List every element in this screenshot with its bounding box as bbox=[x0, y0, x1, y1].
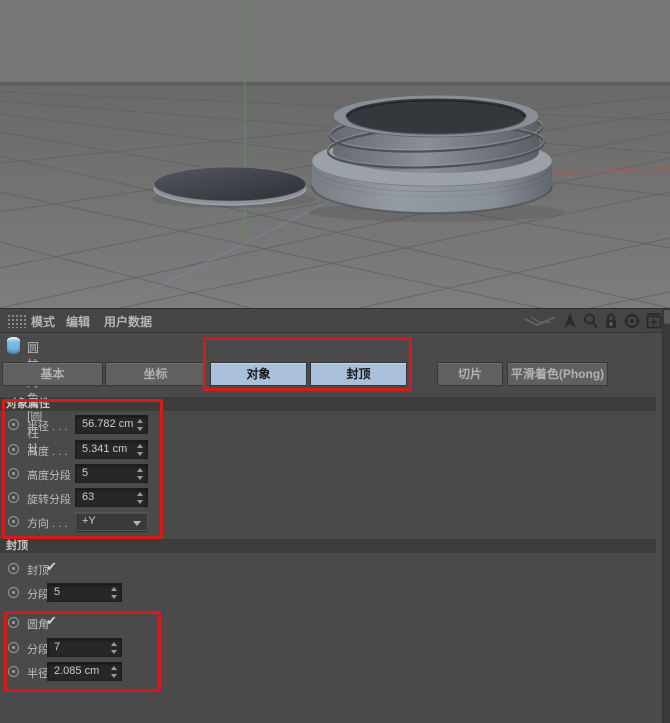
stepper-arrows-icon[interactable] bbox=[111, 587, 118, 599]
cylinder-object-icon bbox=[7, 337, 20, 354]
3d-viewport[interactable] bbox=[0, 0, 670, 308]
height-segments-value: 5 bbox=[82, 467, 89, 479]
keyframe-circle-icon[interactable] bbox=[8, 419, 19, 430]
orientation-dropdown[interactable]: +Y bbox=[75, 512, 148, 531]
horizon-band bbox=[0, 82, 670, 86]
nav-arrow-icon[interactable] bbox=[563, 312, 577, 330]
tab-basic[interactable]: 基本 bbox=[2, 362, 103, 386]
row-cap-segments: 分段 5 bbox=[0, 582, 300, 604]
keyframe-circle-icon[interactable] bbox=[8, 617, 19, 628]
axis-widget-icon bbox=[524, 316, 556, 327]
stepper-arrows-icon[interactable] bbox=[111, 666, 118, 678]
keyframe-circle-icon[interactable] bbox=[8, 444, 19, 455]
height-field[interactable]: 5.341 cm bbox=[75, 440, 148, 459]
row-height: 高度 . . . 5.341 cm bbox=[0, 439, 300, 461]
lock-icon[interactable] bbox=[604, 313, 618, 329]
drag-grip-icon[interactable] bbox=[7, 314, 27, 328]
row-radius: 半径 . . . 56.782 cm bbox=[0, 414, 300, 436]
fillet-radius-label: 半径 bbox=[27, 668, 49, 680]
fillet-segments-label: 分段 bbox=[27, 644, 49, 656]
search-icon[interactable] bbox=[583, 313, 598, 329]
height-value: 5.341 cm bbox=[82, 443, 128, 455]
row-fillet-radius: 半径 2.085 cm bbox=[0, 661, 300, 683]
rotation-segments-field[interactable]: 63 bbox=[75, 488, 148, 507]
keyframe-circle-icon[interactable] bbox=[8, 516, 19, 527]
menu-mode[interactable]: 模式 bbox=[31, 313, 55, 330]
stepper-arrows-icon[interactable] bbox=[137, 419, 144, 431]
row-fillet-segments: 分段 7 bbox=[0, 637, 300, 659]
target-icon[interactable] bbox=[624, 313, 640, 329]
row-fillet-toggle: 圆角 ✔ bbox=[0, 612, 300, 634]
tab-coordinates[interactable]: 坐标 bbox=[105, 362, 206, 386]
orientation-label: 方向 . . . bbox=[27, 518, 68, 530]
stepper-arrows-icon[interactable] bbox=[111, 642, 118, 654]
row-caps-toggle: 封顶 ✔ bbox=[0, 558, 300, 580]
keyframe-circle-icon[interactable] bbox=[8, 666, 19, 677]
rotation-segments-value: 63 bbox=[82, 491, 95, 503]
fillet-radius-value: 2.085 cm bbox=[54, 665, 100, 677]
rotation-segments-label: 旋转分段 bbox=[27, 494, 71, 506]
cap-segments-value: 5 bbox=[54, 586, 61, 598]
keyframe-circle-icon[interactable] bbox=[8, 563, 19, 574]
scrollbar-thumb[interactable] bbox=[664, 310, 670, 324]
caps-checkbox[interactable]: ✔ bbox=[46, 559, 57, 575]
radius-value: 56.782 cm bbox=[82, 418, 134, 430]
stepper-arrows-icon[interactable] bbox=[137, 492, 144, 504]
viewport-sky bbox=[0, 0, 670, 82]
row-height-segments: 高度分段 5 bbox=[0, 463, 300, 485]
tab-object[interactable]: 对象 bbox=[210, 362, 307, 386]
tab-caps[interactable]: 封顶 bbox=[310, 362, 407, 386]
section-header-caps[interactable]: 封顶 bbox=[0, 539, 656, 553]
tab-phong[interactable]: 平滑着色(Phong) bbox=[507, 362, 608, 386]
keyframe-circle-icon[interactable] bbox=[8, 642, 19, 653]
tab-slice[interactable]: 切片 bbox=[437, 362, 503, 386]
stepper-arrows-icon[interactable] bbox=[137, 444, 144, 456]
row-orientation: 方向 . . . +Y bbox=[0, 511, 300, 533]
application-window: 模式 编辑 用户数据 圆 [圆柱 1] 基本 坐标 对象 封顶 切片 平滑着色(… bbox=[0, 0, 670, 723]
cap-segments-label: 分段 bbox=[27, 589, 49, 601]
radius-label: 半径 . . . bbox=[27, 421, 68, 433]
attribute-manager-panel: 模式 编辑 用户数据 圆 [圆柱 1] 基本 坐标 对象 封顶 切片 平滑着色(… bbox=[0, 308, 670, 723]
row-rotation-segments: 旋转分段 63 bbox=[0, 487, 300, 509]
fillet-checkbox[interactable]: ✔ bbox=[46, 613, 57, 629]
attribute-menubar: 模式 编辑 用户数据 bbox=[0, 309, 670, 333]
keyframe-circle-icon[interactable] bbox=[8, 492, 19, 503]
fillet-radius-field[interactable]: 2.085 cm bbox=[47, 662, 122, 681]
fillet-segments-field[interactable]: 7 bbox=[47, 638, 122, 657]
menu-edit[interactable]: 编辑 bbox=[66, 313, 90, 330]
height-segments-field[interactable]: 5 bbox=[75, 464, 148, 483]
orientation-value: +Y bbox=[82, 515, 96, 527]
stepper-arrows-icon[interactable] bbox=[137, 468, 144, 480]
chevron-down-icon bbox=[133, 521, 141, 526]
menu-userdata[interactable]: 用户数据 bbox=[104, 313, 152, 330]
viewport-canvas bbox=[0, 0, 670, 308]
keyframe-circle-icon[interactable] bbox=[8, 468, 19, 479]
keyframe-circle-icon[interactable] bbox=[8, 587, 19, 598]
cylinder-jar-object[interactable] bbox=[308, 94, 564, 222]
add-panel-icon[interactable] bbox=[646, 313, 662, 329]
radius-field[interactable]: 56.782 cm bbox=[75, 415, 148, 434]
height-label: 高度 . . . bbox=[27, 446, 68, 458]
panel-scrollbar[interactable] bbox=[662, 309, 670, 723]
fillet-segments-value: 7 bbox=[54, 641, 61, 653]
height-segments-label: 高度分段 bbox=[27, 470, 71, 482]
cap-segments-field[interactable]: 5 bbox=[47, 583, 122, 602]
section-header-object-properties[interactable]: 对象属性 bbox=[0, 397, 656, 411]
